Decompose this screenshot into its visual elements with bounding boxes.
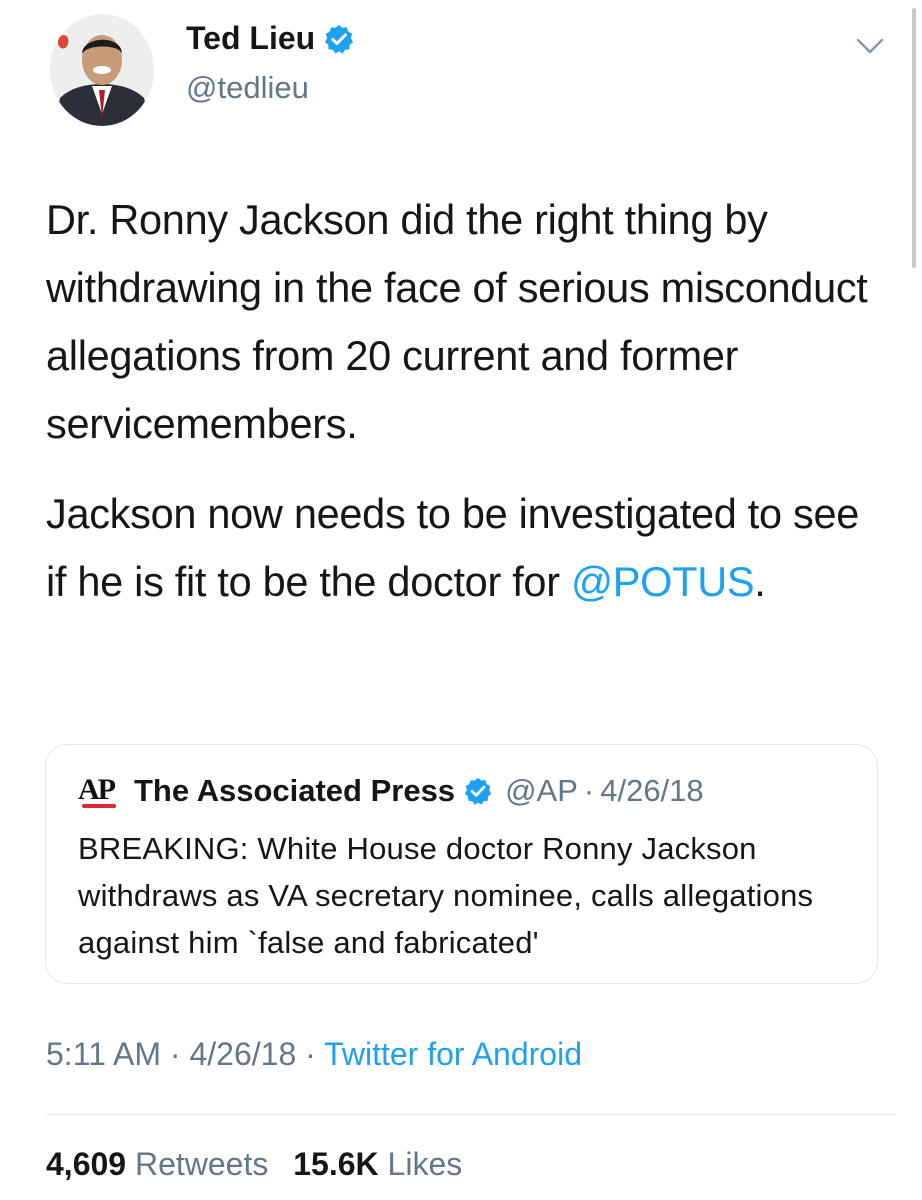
retweets-label: Retweets <box>134 1146 269 1182</box>
tweet-stats: 4,609 Retweets 15.6K Likes <box>46 1146 478 1183</box>
mention-link[interactable]: @POTUS <box>571 558 755 605</box>
quoted-tweet-text: BREAKING: White House doctor Ronny Jacks… <box>78 831 814 960</box>
ap-logo-bar <box>82 804 116 808</box>
retweets-stat[interactable]: 4,609 Retweets <box>46 1146 284 1182</box>
tweet-paragraph: Dr. Ronny Jackson did the right thing by… <box>46 196 868 447</box>
quoted-author-name: The Associated Press <box>134 773 456 808</box>
meta-separator: · <box>305 1036 316 1072</box>
divider <box>46 1114 894 1115</box>
likes-count: 15.6K <box>293 1146 379 1182</box>
tweet-time: 5:11 AM <box>46 1036 162 1072</box>
likes-stat[interactable]: 15.6K Likes <box>293 1146 478 1182</box>
quoted-tweet-date: 4/26/18 <box>600 773 704 808</box>
ap-logo: AP <box>78 771 120 811</box>
ap-logo-text: AP <box>78 773 116 806</box>
tweet-text: Dr. Ronny Jackson did the right thing by… <box>46 186 886 616</box>
quoted-meta-separator: · <box>583 773 595 808</box>
scrollbar[interactable] <box>912 8 916 268</box>
likes-label: Likes <box>387 1146 463 1182</box>
retweets-count: 4,609 <box>46 1146 127 1182</box>
tweet-source-link[interactable]: Twitter for Android <box>324 1036 582 1072</box>
tweet-timestamp: 5:11 AM · 4/26/18 · Twitter for Android <box>46 1036 582 1073</box>
author-handle[interactable]: @tedlieu <box>186 70 309 106</box>
verified-badge-icon <box>325 24 354 54</box>
tweet-paragraph: Jackson now needs to be investigated to … <box>46 480 886 616</box>
tweet-text-span: . <box>754 558 766 605</box>
quoted-tweet-card[interactable]: AP The Associated Press @AP · 4/26/18 BR… <box>45 744 878 984</box>
quoted-tweet-header: AP The Associated Press @AP · 4/26/18 <box>78 771 704 811</box>
author-name[interactable]: Ted Lieu <box>186 20 315 57</box>
avatar[interactable] <box>50 14 154 126</box>
tweet-date: 4/26/18 <box>189 1036 297 1072</box>
profile-photo <box>50 14 154 126</box>
quoted-author-handle: @AP <box>505 773 578 808</box>
meta-separator: · <box>169 1036 181 1072</box>
verified-badge-icon <box>464 777 492 805</box>
chevron-down-icon[interactable] <box>852 34 888 58</box>
author-name-row[interactable]: Ted Lieu <box>186 20 355 57</box>
